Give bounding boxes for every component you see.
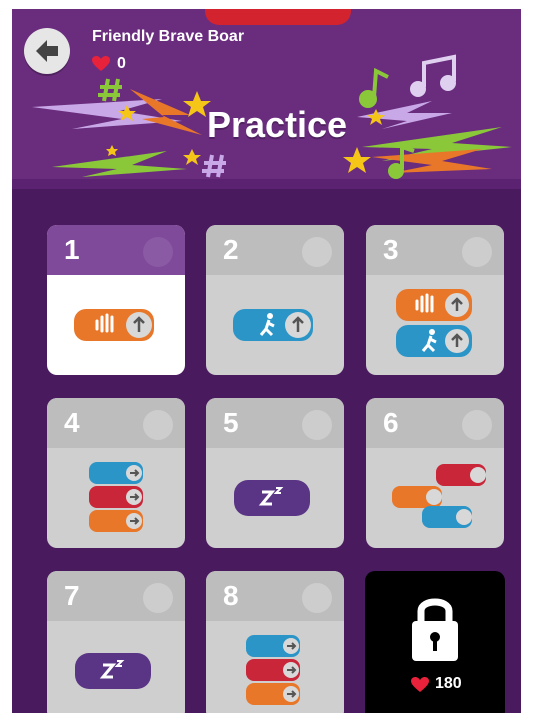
- card-art: [89, 462, 143, 532]
- card-art: [246, 635, 300, 705]
- hand-block-icon: [89, 510, 143, 532]
- level-card-4[interactable]: 4: [47, 398, 185, 548]
- level-number: 4: [64, 407, 80, 438]
- level-number: 8: [223, 580, 239, 611]
- status-indicator: [302, 237, 332, 267]
- walk-block-icon-red: [89, 486, 143, 508]
- card-art: [234, 480, 310, 516]
- music-note-icon-2: [359, 67, 389, 108]
- walk-block-icon: [233, 309, 313, 341]
- sleep-block-icon: [234, 480, 310, 516]
- practice-screen: Friendly Brave Boar 0 Practice 1 2 3 4 5…: [12, 9, 521, 713]
- status-indicator: [143, 410, 173, 440]
- level-card-2[interactable]: 2: [206, 225, 344, 375]
- player-name: Friendly Brave Boar: [92, 28, 245, 45]
- card-art: [233, 309, 313, 341]
- level-card-6[interactable]: 6: [366, 398, 504, 548]
- level-number: 5: [223, 407, 239, 438]
- level-card-8[interactable]: 8: [206, 571, 344, 713]
- level-card-7[interactable]: 7: [47, 571, 185, 713]
- card-art: [396, 289, 472, 357]
- hand-block-icon: [246, 683, 300, 705]
- sleep-block-icon: [75, 653, 151, 689]
- heart-icon: [411, 677, 429, 692]
- level-number: 2: [223, 234, 239, 265]
- card-art: [75, 653, 151, 689]
- level-card-3[interactable]: 3: [366, 225, 504, 375]
- locked-level-card[interactable]: 180: [365, 571, 505, 713]
- level-card-5[interactable]: 5: [206, 398, 344, 548]
- status-indicator: [462, 237, 492, 267]
- hash-icon-2: [202, 154, 226, 178]
- unlock-cost-value: 180: [435, 675, 462, 692]
- walk-block-icon-red: [246, 659, 300, 681]
- walk-block-icon: [246, 635, 300, 657]
- status-indicator: [462, 410, 492, 440]
- walk-block-icon-red: [436, 464, 486, 486]
- card-art: [74, 309, 154, 341]
- walk-block-icon: [422, 506, 472, 528]
- status-indicator: [143, 583, 173, 613]
- status-indicator: [302, 410, 332, 440]
- hand-block-icon: [74, 309, 154, 341]
- hash-icon: [98, 78, 122, 102]
- hand-block-icon: [396, 289, 472, 321]
- level-card-1[interactable]: 1: [47, 225, 185, 375]
- status-indicator: [302, 583, 332, 613]
- level-number: 7: [64, 580, 80, 611]
- top-tab[interactable]: [205, 9, 351, 25]
- status-indicator: [143, 237, 173, 267]
- walk-block-icon: [89, 462, 143, 484]
- card-art: [392, 464, 486, 528]
- level-number: 6: [383, 407, 399, 438]
- page-title: Practice: [206, 104, 348, 145]
- level-number: 1: [64, 234, 80, 265]
- level-number: 3: [383, 234, 399, 265]
- music-note-icon: [410, 54, 456, 97]
- hand-block-icon: [392, 486, 442, 508]
- walk-block-icon: [396, 325, 472, 357]
- lock-icon: [412, 598, 458, 661]
